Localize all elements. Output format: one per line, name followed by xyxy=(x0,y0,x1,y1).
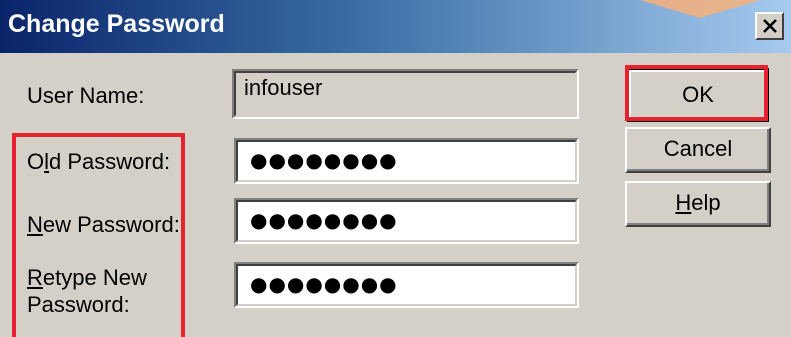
ok-button[interactable]: OK xyxy=(627,68,769,122)
cancel-button-label: Cancel xyxy=(663,136,733,161)
ok-button-label: OK xyxy=(682,82,714,107)
user-name-value: infouser xyxy=(244,75,323,100)
old-password-masked-value: ●●●●●●●● xyxy=(250,148,398,172)
new-password-field[interactable]: ●●●●●●●● xyxy=(234,198,579,244)
change-password-dialog: Change Password User Name: infouser Old … xyxy=(0,0,791,337)
old-password-label: Old Password: xyxy=(27,149,171,174)
retype-password-field[interactable]: ●●●●●●●● xyxy=(234,262,579,308)
decorative-arrow xyxy=(640,0,760,18)
dialog-title: Change Password xyxy=(8,10,225,38)
help-button[interactable]: Help xyxy=(625,181,771,227)
new-password-label: New Password: xyxy=(27,212,180,237)
user-name-field: infouser xyxy=(232,69,579,119)
retype-password-label: Retype New Password: xyxy=(27,265,147,317)
cancel-button[interactable]: Cancel xyxy=(625,127,771,173)
user-name-label: User Name: xyxy=(27,83,145,108)
help-button-label: Help xyxy=(675,190,721,215)
close-icon xyxy=(763,19,777,33)
retype-password-masked-value: ●●●●●●●● xyxy=(250,272,398,296)
new-password-masked-value: ●●●●●●●● xyxy=(250,208,398,232)
old-password-field[interactable]: ●●●●●●●● xyxy=(234,138,579,184)
